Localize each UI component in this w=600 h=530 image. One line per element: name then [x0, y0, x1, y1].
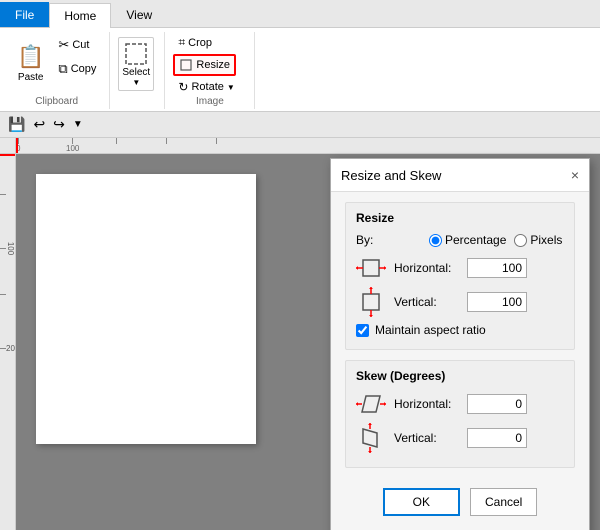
quick-access-toolbar: 💾 ↩ ↪ ▼: [0, 112, 600, 138]
redo-qat-btn[interactable]: ↪: [51, 114, 67, 135]
ruler-vertical: 100 200: [0, 154, 16, 530]
resize-button[interactable]: Resize: [173, 54, 236, 76]
cut-icon: ✂: [58, 37, 69, 53]
ribbon-tabs: File Home View: [0, 0, 600, 28]
skew-h-label: Horizontal:: [394, 397, 459, 411]
rotate-dropdown-icon[interactable]: ▼: [227, 83, 235, 92]
ribbon-toolbar: 📋 Paste ✂ Cut ⧉ Copy Clipboard: [0, 28, 600, 112]
pixels-radio-label[interactable]: Pixels: [514, 233, 562, 247]
tab-view[interactable]: View: [111, 2, 167, 27]
skew-horizontal-row: Horizontal:: [356, 391, 564, 417]
ruler-cursor-h: [16, 138, 18, 154]
skew-v-icon: [356, 425, 386, 451]
resize-vertical-row: Vertical:: [356, 289, 564, 315]
tab-home[interactable]: Home: [49, 3, 111, 28]
image-group-label: Image: [165, 96, 254, 107]
paste-icon: 📋: [17, 44, 44, 70]
skew-vertical-row: Vertical:: [356, 425, 564, 451]
skew-vertical-input[interactable]: [467, 428, 527, 448]
percentage-radio[interactable]: [429, 234, 442, 247]
crop-icon: ⌗: [178, 35, 185, 50]
ruler-top-row: 0 100: [0, 138, 600, 154]
rotate-row: ↻ Rotate ▼: [173, 77, 239, 97]
resize-vertical-input[interactable]: [467, 292, 527, 312]
dialog-title-bar: Resize and Skew ×: [331, 159, 589, 192]
maintain-aspect-checkbox[interactable]: [356, 324, 369, 337]
rotate-button[interactable]: ↻ Rotate ▼: [173, 77, 239, 97]
rotate-icon: ↻: [178, 80, 188, 94]
tools-items: Select ▼: [118, 32, 154, 109]
crop-button[interactable]: ⌗ Crop: [173, 32, 217, 53]
skew-section-title: Skew (Degrees): [356, 369, 564, 383]
rotate-label: Rotate: [191, 81, 223, 93]
resize-section-title: Resize: [356, 211, 564, 225]
resize-v-label: Vertical:: [394, 295, 459, 309]
resize-icon: [179, 58, 193, 72]
select-button[interactable]: Select ▼: [118, 37, 154, 91]
resize-section: Resize By: Percentage Pixels: [345, 202, 575, 350]
select-icon: [123, 41, 149, 67]
copy-icon: ⧉: [58, 61, 67, 77]
skew-section: Skew (Degrees): [345, 360, 575, 468]
dialog-body: Resize By: Percentage Pixels: [331, 192, 589, 530]
maintain-aspect-label: Maintain aspect ratio: [375, 323, 486, 337]
skew-v-label: Vertical:: [394, 431, 459, 445]
dialog-title-text: Resize and Skew: [341, 168, 441, 183]
select-label: Select: [122, 67, 150, 78]
pixels-radio[interactable]: [514, 234, 527, 247]
app-window: File Home View 📋 Paste ✂ Cut ⧉ Copy: [0, 0, 600, 530]
ruler-horizontal: 0 100: [16, 138, 600, 154]
skew-horizontal-input[interactable]: [467, 394, 527, 414]
cancel-button[interactable]: Cancel: [470, 488, 537, 516]
pixels-label: Pixels: [530, 233, 562, 247]
resize-skew-dialog: Resize and Skew × Resize By: Percentage: [330, 158, 590, 530]
crop-row: ⌗ Crop: [173, 32, 239, 53]
resize-h-icon: [356, 255, 386, 281]
skew-h-icon: [356, 391, 386, 417]
dialog-buttons: OK Cancel: [345, 478, 575, 526]
customize-qat-btn[interactable]: ▼: [71, 117, 85, 132]
image-items: ⌗ Crop Resize: [173, 32, 239, 125]
clipboard-group-label: Clipboard: [4, 96, 109, 107]
undo-qat-btn[interactable]: ↩: [31, 114, 47, 135]
tab-file[interactable]: File: [0, 2, 49, 27]
ribbon-group-tools: Select ▼: [110, 32, 165, 109]
by-label: By:: [356, 233, 421, 247]
ruler-corner: [0, 138, 16, 154]
ruler-cursor-v: [0, 154, 16, 156]
resize-horizontal-row: Horizontal:: [356, 255, 564, 281]
maintain-aspect-row: Maintain aspect ratio: [356, 323, 564, 337]
workspace: 0 100 100: [0, 138, 600, 530]
resize-h-label: Horizontal:: [394, 261, 459, 275]
resize-row: Resize: [173, 54, 239, 76]
copy-label: Copy: [71, 63, 97, 75]
resize-v-icon: [356, 289, 386, 315]
crop-label: Crop: [188, 37, 212, 49]
ribbon-group-clipboard: 📋 Paste ✂ Cut ⧉ Copy Clipboard: [4, 32, 110, 109]
cut-button[interactable]: ✂ Cut: [53, 34, 101, 56]
canvas-white: [36, 174, 256, 444]
percentage-label: Percentage: [445, 233, 506, 247]
by-row: By: Percentage Pixels: [356, 233, 564, 247]
cut-label: Cut: [72, 39, 89, 51]
ribbon-group-image: ⌗ Crop Resize: [165, 32, 255, 109]
dialog-close-button[interactable]: ×: [571, 167, 579, 183]
percentage-radio-label[interactable]: Percentage: [429, 233, 506, 247]
resize-horizontal-input[interactable]: [467, 258, 527, 278]
paste-label: Paste: [18, 72, 44, 83]
paste-button[interactable]: 📋 Paste: [12, 41, 49, 86]
copy-button[interactable]: ⧉ Copy: [53, 58, 101, 80]
select-dropdown[interactable]: ▼: [132, 78, 140, 87]
cut-copy-col: ✂ Cut ⧉ Copy: [53, 34, 101, 94]
ok-button[interactable]: OK: [383, 488, 460, 516]
save-qat-btn[interactable]: 💾: [6, 114, 27, 135]
resize-label: Resize: [196, 59, 230, 71]
